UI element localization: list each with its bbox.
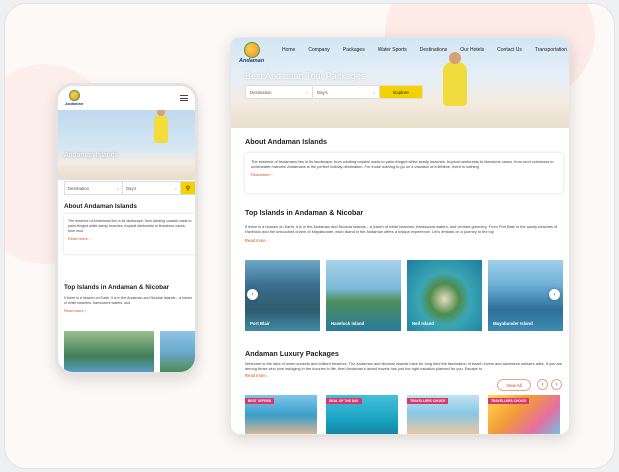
mobile-days-select[interactable]: Day's ↓	[123, 182, 181, 194]
days-select[interactable]: Day's ↓	[313, 86, 380, 98]
desktop-mockup: Andaman Home Company Packages Water Spor…	[230, 37, 570, 435]
nav-destinations[interactable]: Destinations	[420, 47, 448, 53]
mobile-read-more-link[interactable]: Read more ↓	[68, 236, 192, 241]
islands-text: If there is a heaven on Earth, it is in …	[245, 224, 558, 235]
chevron-down-icon: ↓	[266, 238, 269, 243]
mobile-about-card: The essence of Andamans lies in its land…	[64, 214, 195, 254]
mobile-header: Andaman	[58, 86, 195, 110]
mobile-about-text: The essence of Andamans lies in its land…	[68, 219, 192, 233]
desktop-search-bar: Destination ↓ Day's ↓ Explore	[245, 85, 423, 99]
nav-our-hotels[interactable]: Our Hotels	[460, 47, 484, 53]
nav-packages[interactable]: Packages	[343, 47, 365, 53]
luxury-read-more-link[interactable]: Read more ↓	[245, 373, 269, 378]
logo-icon	[243, 42, 260, 58]
about-read-more-link[interactable]: Readmore ↓	[251, 172, 557, 177]
chevron-down-icon: ↓	[270, 172, 273, 177]
package-tag: BEST OFFERS	[245, 398, 275, 404]
logo-icon	[68, 90, 80, 101]
nav-water-sports[interactable]: Water Sports	[378, 47, 407, 53]
chevron-down-icon: ↓	[88, 236, 91, 241]
island-card-neil[interactable]: Neil Island	[407, 260, 482, 331]
luxury-text: Welcome to the land of warm sunsets and …	[245, 361, 563, 372]
mobile-islands-text: If there is a heaven on Earth, it is in …	[64, 296, 193, 305]
chevron-down-icon: ↓	[305, 90, 308, 95]
carousel-next-button[interactable]: ›	[549, 289, 560, 300]
hero-person-image	[443, 52, 467, 106]
package-card-2[interactable]: DEAL OF THE DAY	[326, 395, 398, 434]
islands-title: Top Islands in Andaman & Nicobar	[245, 208, 364, 217]
about-text: The essence of Andamans lies in its land…	[251, 159, 554, 169]
luxury-title: Andaman Luxury Packages	[245, 349, 339, 358]
package-tag: TRAVELLERS CHOICE	[488, 398, 530, 404]
desktop-hero: Andaman Home Company Packages Water Spor…	[231, 38, 569, 128]
mobile-islands-title: Top Islands in Andaman & Nicobar	[64, 284, 170, 291]
desktop-hero-title: Best Andaman Tour Packages	[245, 71, 366, 81]
mobile-islands-read-more[interactable]: Read more ↓	[64, 308, 195, 313]
chevron-down-icon: ↓	[116, 186, 119, 191]
mobile-mockup: Andaman Andaman Islands Destination ↓ Day…	[55, 83, 198, 375]
chevron-down-icon: ↓	[266, 373, 269, 378]
packages-prev-button[interactable]: ‹	[537, 379, 548, 390]
explore-button[interactable]: Explore	[380, 86, 422, 98]
package-card-3[interactable]: TRAVELLERS CHOICE	[407, 395, 479, 434]
view-all-button[interactable]: View All	[497, 379, 531, 391]
mobile-about-title: About Andaman Islands	[64, 203, 137, 210]
carousel-prev-button[interactable]: ‹	[247, 289, 258, 300]
chevron-down-icon: ↓	[84, 308, 87, 313]
mobile-logo[interactable]: Andaman	[65, 90, 83, 106]
mobile-destination-select[interactable]: Destination ↓	[65, 182, 123, 194]
about-title: About Andaman Islands	[245, 137, 327, 146]
island-name: Neil Island	[412, 321, 434, 326]
package-card-1[interactable]: BEST OFFERS	[245, 395, 317, 434]
island-name: Havelock Island	[331, 321, 365, 326]
package-tag: DEAL OF THE DAY	[326, 398, 362, 404]
island-name: Mayabunder Island	[493, 321, 533, 326]
chevron-right-icon: ›	[553, 291, 556, 298]
packages-next-button[interactable]: ›	[551, 379, 562, 390]
island-name: Port Blair	[250, 321, 270, 326]
island-card-havelock[interactable]: Havelock Island	[326, 260, 401, 331]
chevron-down-icon: ↓	[372, 90, 375, 95]
mobile-island-image-1[interactable]	[64, 331, 154, 372]
mobile-island-image-2[interactable]	[160, 331, 195, 372]
chevron-down-icon: ↓	[174, 186, 177, 191]
hamburger-menu-icon[interactable]	[180, 95, 188, 101]
mobile-hero-title: Andaman Islands	[64, 152, 119, 159]
chevron-left-icon: ‹	[541, 381, 544, 388]
logo-text: Andaman	[239, 58, 265, 64]
chevron-left-icon: ‹	[251, 291, 254, 298]
package-card-4[interactable]: TRAVELLERS CHOICE	[488, 395, 560, 434]
search-icon: ⚲	[185, 185, 191, 192]
mobile-search-button[interactable]: ⚲	[181, 182, 195, 194]
chevron-right-icon: ›	[555, 381, 558, 388]
nav-contact-us[interactable]: Contact Us	[497, 47, 522, 53]
mobile-search-bar: Destination ↓ Day's ↓ ⚲	[64, 181, 195, 195]
nav-company[interactable]: Company	[308, 47, 329, 53]
mobile-hero: Andaman Islands	[58, 110, 195, 180]
nav-transportation[interactable]: Transportation	[535, 47, 567, 53]
desktop-logo[interactable]: Andaman	[239, 42, 264, 64]
nav-home[interactable]: Home	[282, 47, 295, 53]
mobile-islands-paragraph: If there is a heaven on Earth, it is in …	[64, 296, 195, 313]
about-card: The essence of Andamans lies in its land…	[245, 153, 563, 193]
logo-text: Andaman	[65, 101, 84, 106]
desktop-nav: Home Company Packages Water Sports Desti…	[282, 47, 567, 53]
hero-person-image	[154, 110, 168, 143]
islands-read-more-link[interactable]: Read more ↓	[245, 238, 269, 243]
package-tag: TRAVELLERS CHOICE	[407, 398, 449, 404]
destination-select[interactable]: Destination ↓	[246, 86, 313, 98]
